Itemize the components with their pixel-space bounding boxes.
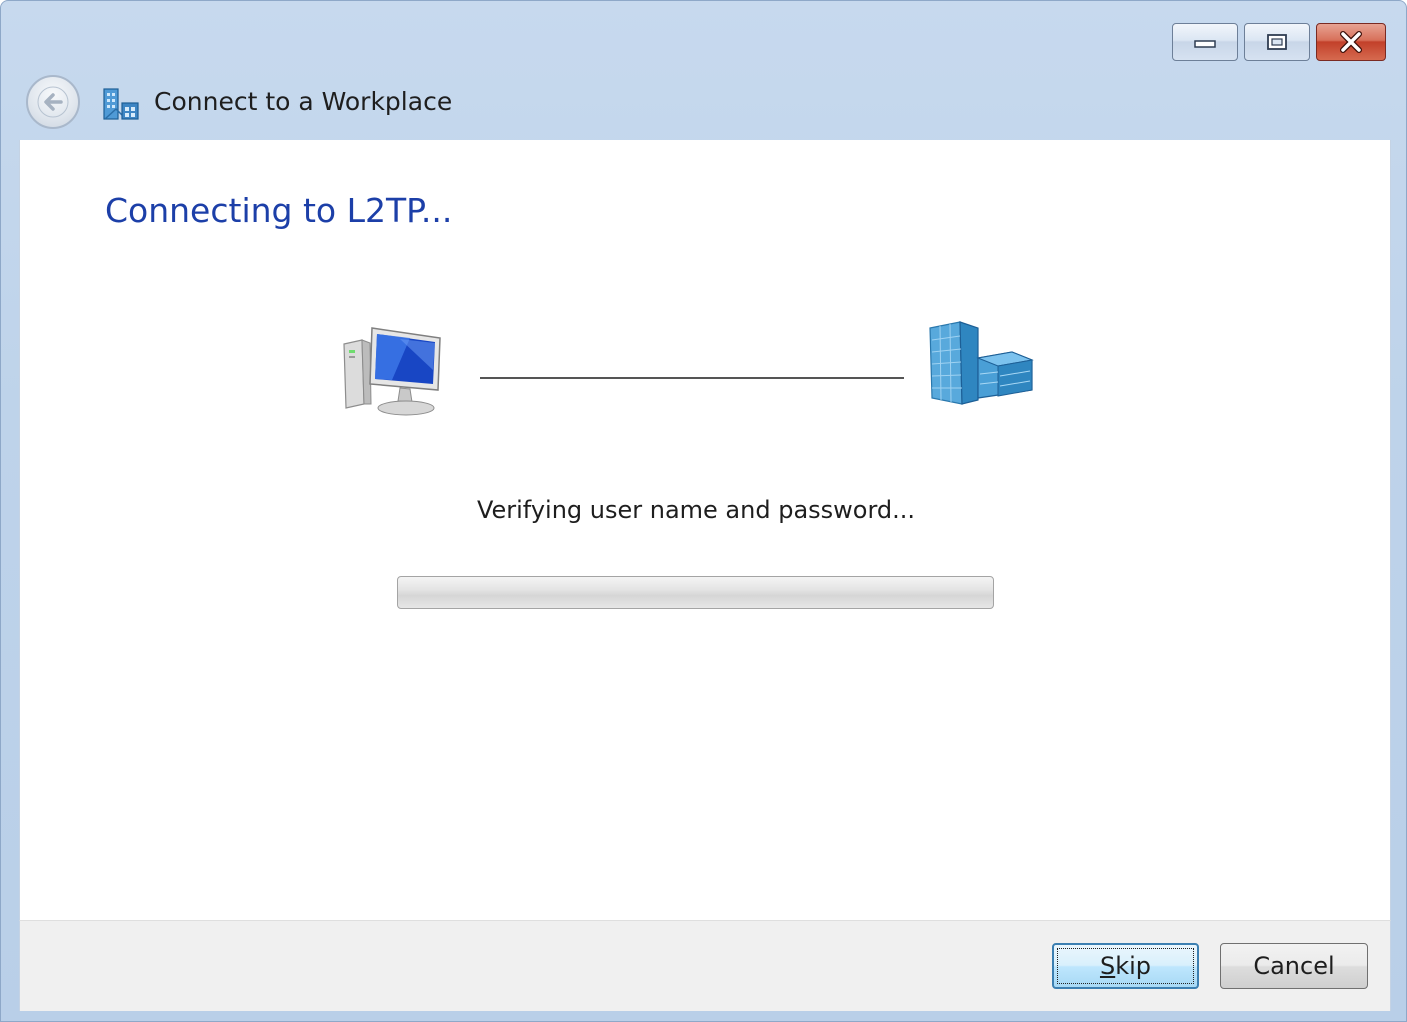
cancel-button[interactable]: Cancel bbox=[1220, 943, 1368, 989]
skip-button[interactable]: Skip bbox=[1052, 943, 1199, 989]
back-arrow-icon bbox=[37, 86, 69, 118]
close-button[interactable] bbox=[1316, 23, 1386, 61]
workplace-network-icon bbox=[103, 88, 139, 120]
computer-icon bbox=[343, 327, 441, 416]
back-button[interactable] bbox=[26, 75, 80, 129]
window-title: Connect to a Workplace bbox=[154, 87, 453, 116]
focus-ring bbox=[1057, 948, 1194, 984]
button-footer: Skip Cancel bbox=[19, 920, 1391, 1011]
connection-line bbox=[480, 377, 904, 379]
maximize-button[interactable] bbox=[1244, 23, 1310, 61]
page-heading: Connecting to L2TP... bbox=[105, 191, 453, 230]
dialog-window: Connect to a Workplace Connecting to L2T… bbox=[0, 0, 1407, 1022]
close-icon bbox=[1340, 31, 1362, 53]
minimize-icon bbox=[1194, 40, 1216, 48]
office-building-icon bbox=[929, 321, 1034, 405]
caption-buttons bbox=[1172, 23, 1386, 61]
connection-progress-bar bbox=[397, 576, 994, 609]
status-text: Verifying user name and password... bbox=[476, 496, 916, 524]
content-panel: Connecting to L2TP... Verifying user nam… bbox=[19, 140, 1391, 920]
minimize-button[interactable] bbox=[1172, 23, 1238, 61]
maximize-icon bbox=[1267, 34, 1287, 50]
